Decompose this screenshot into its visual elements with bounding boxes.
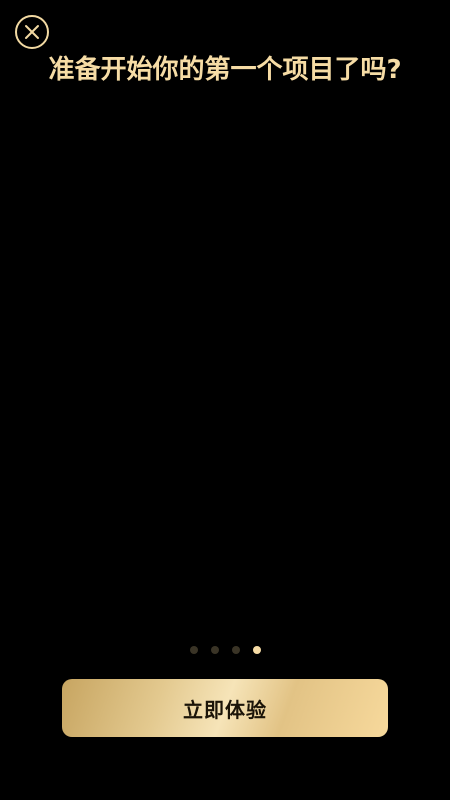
onboarding-screen: 准备开始你的第一个项目了吗? 立即体验	[0, 0, 450, 800]
pagination-dot-2[interactable]	[210, 646, 219, 654]
close-button[interactable]	[15, 15, 49, 49]
pagination-dot-4[interactable]	[252, 646, 261, 654]
pagination-dot-3[interactable]	[231, 646, 240, 654]
close-icon	[24, 24, 40, 40]
page-title: 准备开始你的第一个项目了吗?	[48, 55, 402, 85]
try-now-button[interactable]: 立即体验	[62, 679, 388, 737]
pagination-dots	[0, 645, 450, 655]
pagination-dot-1[interactable]	[189, 646, 198, 654]
